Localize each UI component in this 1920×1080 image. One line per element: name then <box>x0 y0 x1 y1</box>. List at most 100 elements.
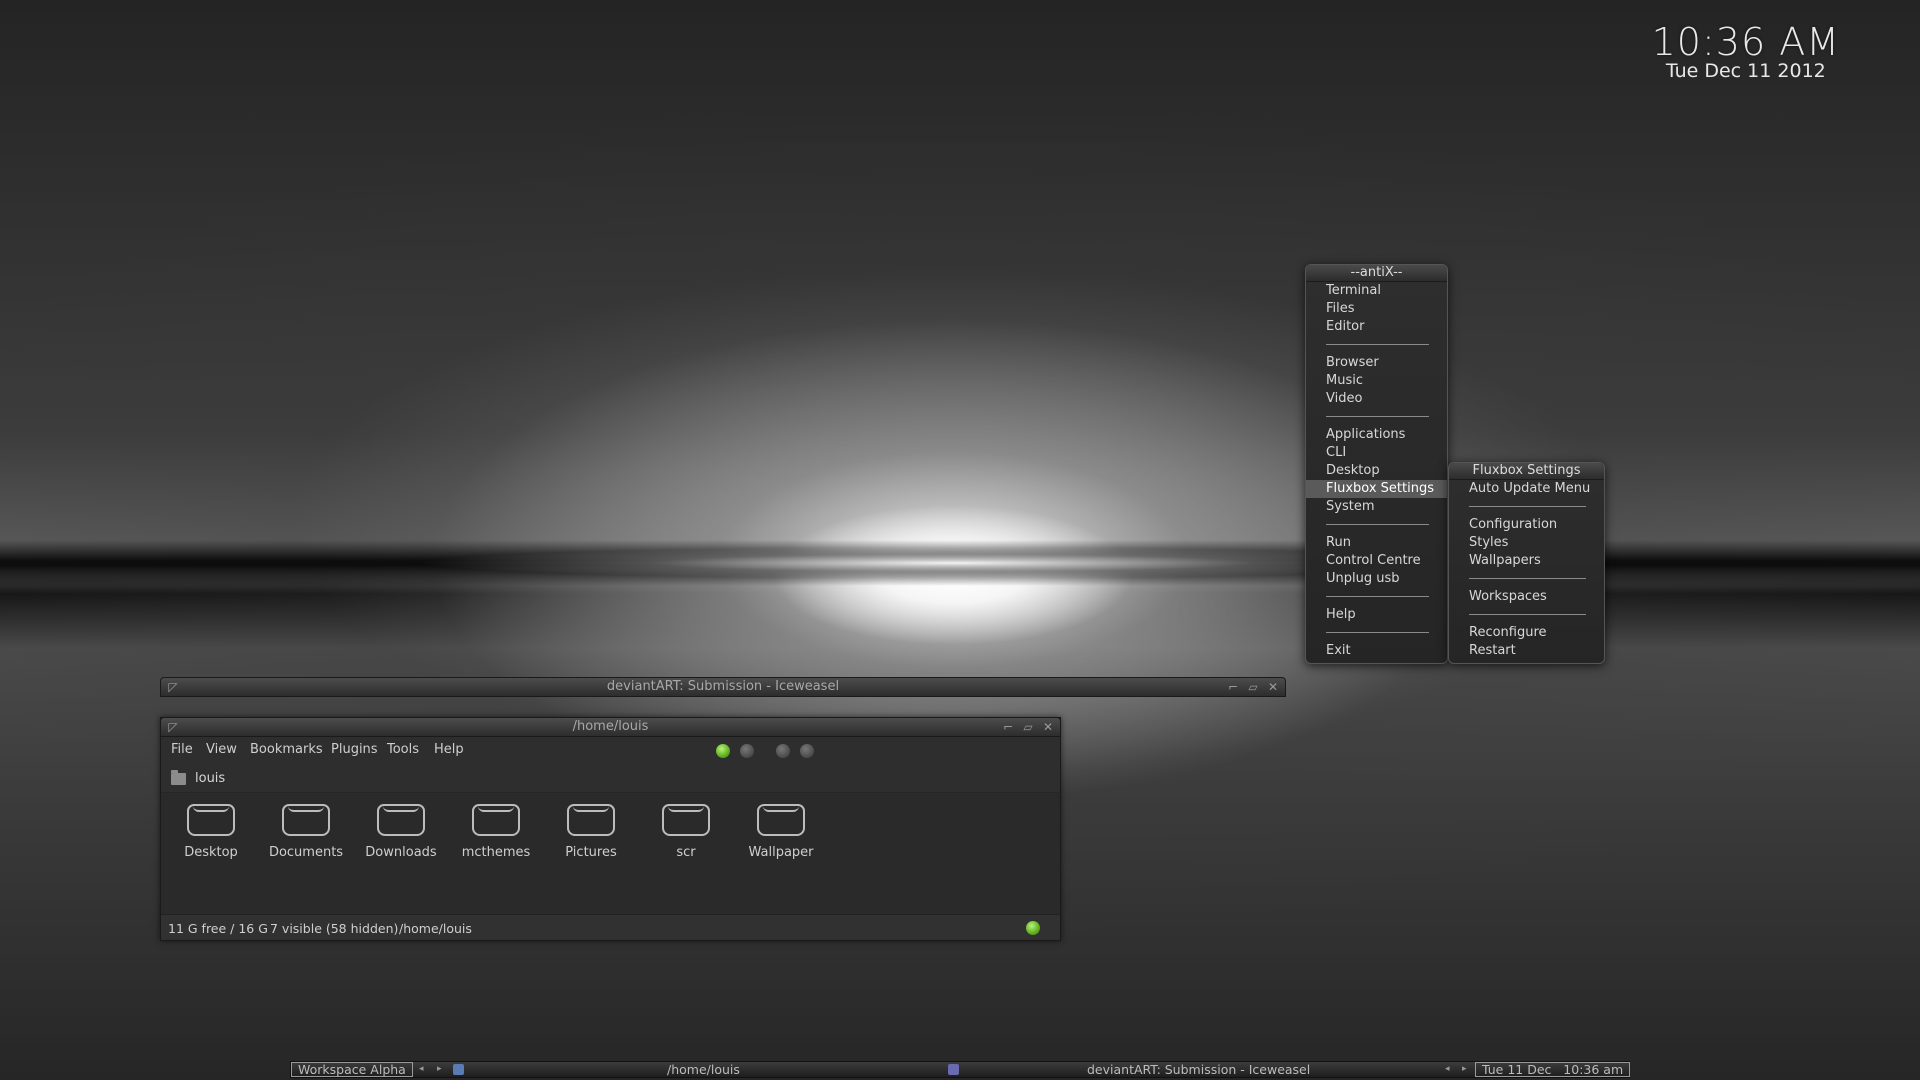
maximize-icon[interactable]: ▱ <box>1245 680 1261 694</box>
folder-icon <box>472 804 520 836</box>
folder-label: scr <box>676 845 696 860</box>
taskbar-clock: Tue 11 Dec 10:36 am <box>1475 1062 1631 1077</box>
folder-label: Pictures <box>565 845 617 860</box>
submenu-item-wallpapers[interactable]: Wallpapers <box>1449 552 1604 570</box>
menu-file[interactable]: File <box>171 742 193 757</box>
workspace-name[interactable]: Workspace Alpha <box>291 1062 413 1077</box>
wallpaper-horizon <box>0 540 1920 586</box>
file-manager-menubar: File View Bookmarks Plugins Tools Help <box>161 737 1060 765</box>
folder-label: Documents <box>268 845 344 860</box>
breadcrumb-louis[interactable]: louis <box>195 771 225 786</box>
menu-item-unplug-usb[interactable]: Unplug usb <box>1306 570 1447 588</box>
menu-help[interactable]: Help <box>434 742 464 757</box>
menu-item-desktop[interactable]: Desktop <box>1306 462 1447 480</box>
submenu-item-styles[interactable]: Styles <box>1449 534 1604 552</box>
iceweasel-window-titlebar[interactable]: ◸ deviantART: Submission - Iceweasel ⌐ ▱… <box>160 677 1286 697</box>
submenu-item-restart[interactable]: Restart <box>1449 642 1604 660</box>
pane-indicator[interactable] <box>800 744 814 758</box>
file-manager-window: ◸ /home/louis ⌐ ▱ ✕ File View Bookmarks … <box>160 717 1061 941</box>
menu-item-exit[interactable]: Exit <box>1306 642 1447 660</box>
submenu-item-workspaces[interactable]: Workspaces <box>1449 588 1604 606</box>
window-menu-icon[interactable]: ◸ <box>165 720 181 734</box>
folder-label: mcthemes <box>461 845 531 860</box>
menu-bookmarks[interactable]: Bookmarks <box>250 742 323 757</box>
pane-indicator[interactable] <box>776 744 790 758</box>
folder-view: Desktop Documents Downloads mcthemes Picture… <box>161 794 1060 914</box>
folder-label: Wallpaper <box>748 845 814 860</box>
status-visible-count: 7 visible (58 hidden) <box>270 921 399 936</box>
fluxbox-settings-submenu: Fluxbox Settings Auto Update Menu Configu… <box>1448 462 1605 664</box>
menu-view[interactable]: View <box>206 742 237 757</box>
menu-item-editor[interactable]: Editor <box>1306 318 1447 336</box>
iceweasel-window-title: deviantART: Submission - Iceweasel <box>606 679 840 694</box>
submenu-items: Auto Update Menu Configuration Styles Wallp… <box>1449 480 1604 660</box>
folder-item-documents[interactable]: Documents <box>251 804 361 860</box>
clock-time: 10:36 AM <box>1651 20 1840 64</box>
iceweasel-task-icon <box>948 1064 959 1075</box>
workspace-next-icon[interactable]: ▸ <box>437 1062 442 1077</box>
menu-tools[interactable]: Tools <box>387 742 419 757</box>
taskbar: Workspace Alpha ◂ ▸ /home/louis deviantA… <box>290 1061 1631 1078</box>
menu-separator <box>1449 606 1604 624</box>
window-menu-icon[interactable]: ◸ <box>165 680 181 694</box>
close-icon[interactable]: ✕ <box>1040 720 1056 734</box>
menu-plugins[interactable]: Plugins <box>331 742 378 757</box>
submenu-title: Fluxbox Settings <box>1449 463 1604 480</box>
folder-icon <box>377 804 425 836</box>
maximize-icon[interactable]: ▱ <box>1020 720 1036 734</box>
pane-indicator-active[interactable] <box>716 744 730 758</box>
menu-item-fluxbox-settings[interactable]: Fluxbox Settings <box>1306 480 1447 498</box>
menu-item-files[interactable]: Files <box>1306 300 1447 318</box>
desktop-clock: 10:36 AM Tue Dec 11 2012 <box>1652 20 1840 82</box>
file-manager-titlebar[interactable]: ◸ /home/louis ⌐ ▱ ✕ <box>160 717 1061 737</box>
folder-icon <box>282 804 330 836</box>
menu-separator <box>1306 336 1447 354</box>
submenu-item-auto-update-menu[interactable]: Auto Update Menu <box>1449 480 1604 498</box>
folder-icon <box>662 804 710 836</box>
menu-item-terminal[interactable]: Terminal <box>1306 282 1447 300</box>
status-free-space: 11 G free / 16 G <box>168 921 268 936</box>
menu-separator <box>1306 408 1447 426</box>
menu-separator <box>1449 570 1604 588</box>
menu-separator <box>1306 588 1447 606</box>
menu-item-control-centre[interactable]: Control Centre <box>1306 552 1447 570</box>
close-icon[interactable]: ✕ <box>1265 680 1281 694</box>
status-path: /home/louis <box>399 921 472 936</box>
folder-item-desktop[interactable]: Desktop <box>156 804 266 860</box>
menu-item-browser[interactable]: Browser <box>1306 354 1447 372</box>
submenu-item-reconfigure[interactable]: Reconfigure <box>1449 624 1604 642</box>
menu-item-system[interactable]: System <box>1306 498 1447 516</box>
menu-separator <box>1306 516 1447 534</box>
folder-item-pictures[interactable]: Pictures <box>536 804 646 860</box>
pane-indicator[interactable] <box>740 744 754 758</box>
submenu-item-configuration[interactable]: Configuration <box>1449 516 1604 534</box>
folder-label: Downloads <box>365 845 437 860</box>
minimize-icon[interactable]: ⌐ <box>1225 680 1241 694</box>
menu-item-help[interactable]: Help <box>1306 606 1447 624</box>
path-bar: louis <box>161 765 1060 793</box>
folder-item-scr[interactable]: scr <box>631 804 741 860</box>
task-file-manager[interactable]: /home/louis <box>667 1062 740 1077</box>
minimize-icon[interactable]: ⌐ <box>1000 720 1016 734</box>
status-indicator <box>1026 921 1040 935</box>
task-iceweasel[interactable]: deviantART: Submission - Iceweasel <box>1087 1062 1310 1077</box>
folder-item-wallpaper[interactable]: Wallpaper <box>726 804 836 860</box>
root-menu-title: --antiX-- <box>1306 265 1447 282</box>
menu-item-cli[interactable]: CLI <box>1306 444 1447 462</box>
menu-item-music[interactable]: Music <box>1306 372 1447 390</box>
folder-icon <box>187 804 235 836</box>
folder-icon <box>171 770 186 785</box>
folder-label: Desktop <box>184 845 238 860</box>
task-prev-icon[interactable]: ◂ <box>1445 1062 1450 1077</box>
folder-icon <box>757 804 805 836</box>
workspace-prev-icon[interactable]: ◂ <box>419 1062 424 1077</box>
menu-item-run[interactable]: Run <box>1306 534 1447 552</box>
folder-item-mcthemes[interactable]: mcthemes <box>441 804 551 860</box>
clock-date: Tue Dec 11 2012 <box>1665 60 1826 82</box>
folder-item-downloads[interactable]: Downloads <box>346 804 456 860</box>
task-next-icon[interactable]: ▸ <box>1462 1062 1467 1077</box>
menu-item-applications[interactable]: Applications <box>1306 426 1447 444</box>
menu-separator <box>1449 498 1604 516</box>
menu-item-video[interactable]: Video <box>1306 390 1447 408</box>
menu-separator <box>1306 624 1447 642</box>
